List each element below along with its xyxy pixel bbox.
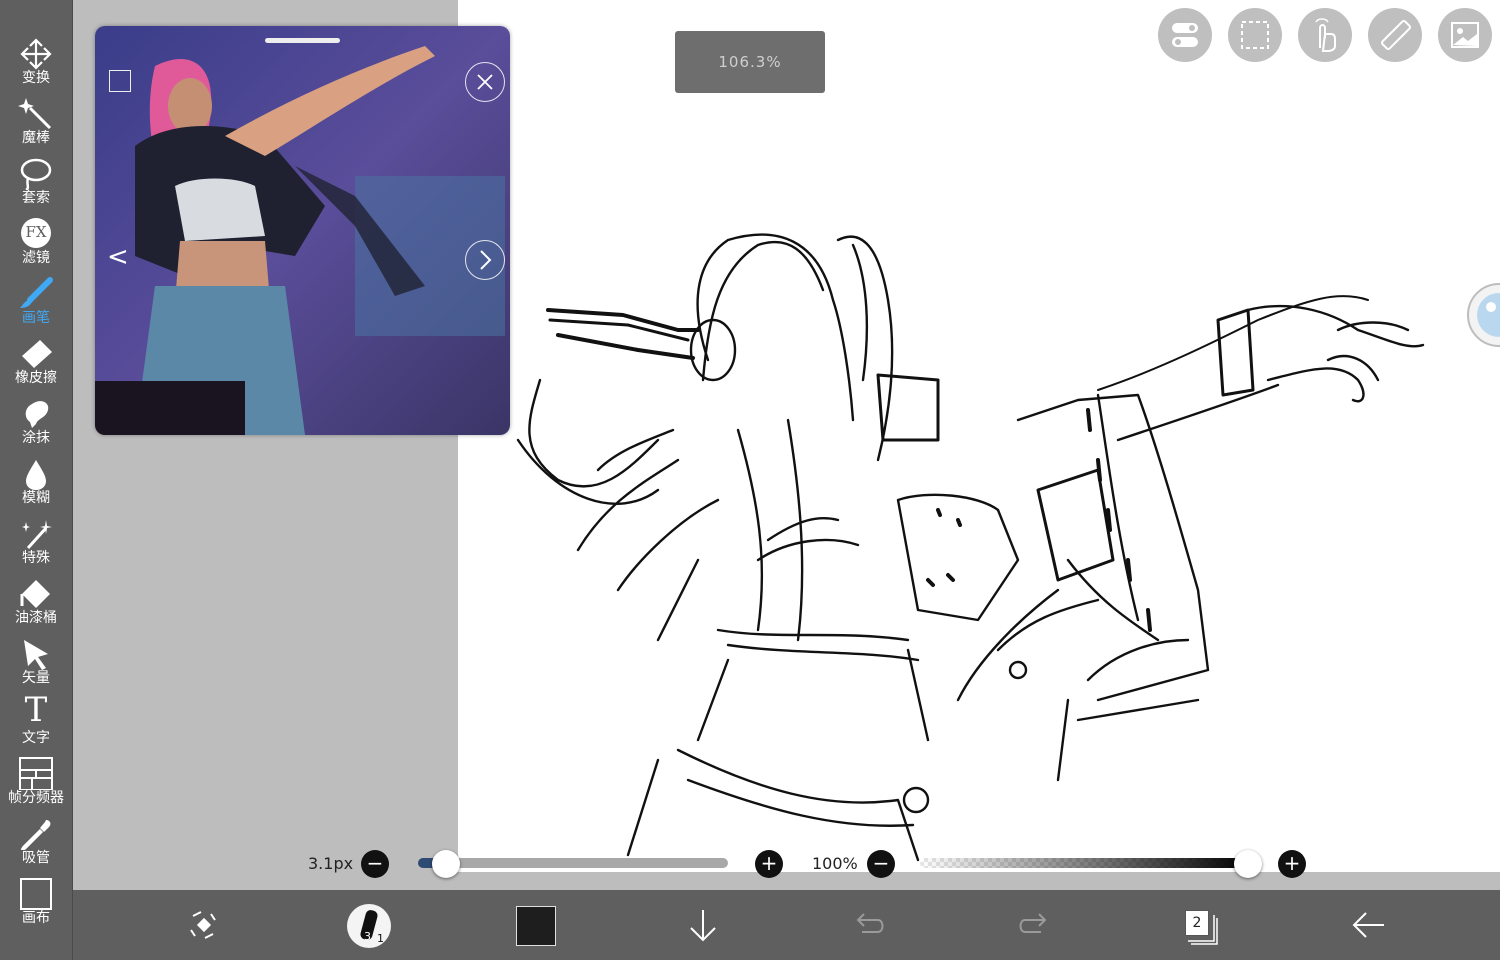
tool-blur-drop[interactable]: 模糊 — [0, 452, 72, 512]
arrow-left-icon — [1352, 912, 1384, 938]
brush-opacity-decrease-button[interactable]: − — [867, 850, 895, 878]
selection-icon — [1241, 21, 1269, 49]
blur-drop-icon — [26, 460, 46, 490]
transform-arrows-icon — [190, 911, 216, 939]
reference-close-button[interactable] — [465, 62, 505, 102]
tool-paint-bucket[interactable]: 油漆桶 — [0, 572, 72, 632]
brush-size-slider-thumb[interactable] — [431, 850, 460, 878]
tool-text[interactable]: T 文字 — [0, 690, 72, 752]
undo-icon — [856, 913, 884, 933]
tool-label: 吸管 — [22, 850, 50, 866]
tool-special-sparkle[interactable]: 特殊 — [0, 512, 72, 572]
brush-size-increase-button[interactable]: + — [755, 850, 783, 878]
tool-label: 套索 — [22, 190, 50, 206]
reference-photo — [95, 26, 510, 435]
tool-label: 矢量 — [22, 670, 50, 686]
ruler-button[interactable] — [1368, 8, 1422, 62]
selection-button[interactable] — [1228, 8, 1282, 62]
layer-count-badge: 2 — [1185, 910, 1209, 936]
tool-frame-divider[interactable]: 帧分频器 — [0, 752, 72, 812]
minus-icon: − — [872, 851, 890, 875]
eraser-icon — [22, 340, 52, 368]
lasso-icon — [20, 158, 52, 190]
plus-icon: + — [1283, 851, 1301, 875]
plus-icon: + — [760, 851, 778, 875]
tool-lasso[interactable]: 套索 — [0, 152, 72, 212]
chevron-right-icon — [480, 250, 492, 270]
tool-label: 特殊 — [22, 550, 50, 566]
toggle-settings-button[interactable] — [1158, 8, 1212, 62]
bottom-toolbar: 3 1 2 — [73, 890, 1500, 960]
close-icon — [477, 74, 493, 90]
zoom-indicator: 106.3% — [675, 31, 825, 93]
brush-size-slider[interactable] — [418, 858, 728, 868]
toggle-settings-icon — [1172, 23, 1198, 47]
tool-label: 变换 — [22, 70, 50, 86]
tool-label: 魔棒 — [22, 130, 50, 146]
vector-cursor-icon — [24, 640, 48, 670]
tool-label: 滤镜 — [22, 250, 50, 266]
tool-eraser[interactable]: 橡皮擦 — [0, 332, 72, 392]
tool-label: 帧分频器 — [8, 790, 64, 806]
tool-smudge[interactable]: 涂抹 — [0, 392, 72, 452]
text-glyph: T — [24, 690, 48, 730]
brush-opacity-slider-thumb[interactable] — [1234, 850, 1262, 878]
tool-label: 文字 — [22, 730, 50, 746]
back-button[interactable] — [1338, 890, 1398, 960]
tool-brush[interactable]: 画笔 — [0, 272, 72, 332]
frame-divider-icon — [19, 757, 53, 790]
brush-size-decrease-button[interactable]: − — [361, 850, 389, 878]
ruler-icon — [1380, 19, 1412, 51]
tool-canvas[interactable]: 画布 — [0, 872, 72, 932]
canvas-icon — [20, 878, 52, 910]
tool-sidebar: 变换魔棒套索 FX 滤镜画笔橡皮擦涂抹模糊特殊油漆桶矢量 T 文字帧分频器吸管画布 — [0, 0, 73, 960]
tool-fx-filter[interactable]: FX 滤镜 — [0, 212, 72, 272]
smudge-icon — [25, 401, 49, 428]
arrow-down-icon — [690, 910, 716, 942]
undo-button[interactable] — [838, 890, 898, 960]
tool-label: 橡皮擦 — [15, 370, 57, 386]
magic-wand-icon — [18, 98, 52, 130]
brush-preview-button[interactable]: 3 1 — [347, 904, 391, 948]
hand-touch-button[interactable] — [1298, 8, 1352, 62]
tool-move-arrows[interactable]: 变换 — [0, 32, 72, 92]
save-download-button[interactable] — [673, 890, 733, 960]
reference-next-button[interactable] — [465, 240, 505, 280]
reference-prev-button[interactable]: < — [107, 242, 131, 272]
color-wheel-icon — [1477, 293, 1500, 337]
brush-opacity-value: 100% — [812, 854, 858, 873]
brush-opacity-increase-button[interactable]: + — [1278, 850, 1306, 878]
brush-size-value: 3.1px — [308, 854, 354, 873]
brush-icon — [20, 277, 53, 308]
reference-drag-handle[interactable] — [265, 38, 340, 43]
tool-label: 画布 — [22, 910, 50, 926]
color-swatch-button[interactable] — [516, 906, 556, 946]
paint-bucket-icon — [20, 580, 50, 608]
tool-eyedropper[interactable]: 吸管 — [0, 812, 72, 872]
redo-icon — [1019, 913, 1047, 933]
move-arrows-icon — [20, 38, 52, 70]
brush-opacity-slider[interactable] — [920, 858, 1250, 868]
tool-vector-cursor[interactable]: 矢量 — [0, 632, 72, 692]
side-knob-handle[interactable] — [1467, 283, 1500, 347]
tool-label: 油漆桶 — [15, 610, 57, 626]
quick-menu-button[interactable] — [173, 890, 233, 960]
tool-label: 画笔 — [22, 310, 50, 326]
image-reference-icon — [1451, 22, 1479, 48]
reference-window[interactable]: < — [95, 26, 510, 435]
drawing-canvas[interactable] — [458, 0, 1500, 872]
reference-fit-icon[interactable] — [109, 70, 131, 92]
redo-button[interactable] — [1005, 890, 1065, 960]
eyedropper-icon — [20, 820, 51, 850]
special-sparkle-icon — [22, 520, 52, 550]
hand-touch-icon — [1315, 18, 1336, 52]
fx-filter-glyph: FX — [25, 223, 47, 241]
sketch-artwork — [516, 233, 1425, 862]
tool-label: 模糊 — [22, 490, 50, 506]
tool-magic-wand[interactable]: 魔棒 — [0, 92, 72, 152]
minus-icon: − — [366, 851, 384, 875]
image-reference-button[interactable] — [1438, 8, 1492, 62]
tool-label: 涂抹 — [22, 430, 50, 446]
